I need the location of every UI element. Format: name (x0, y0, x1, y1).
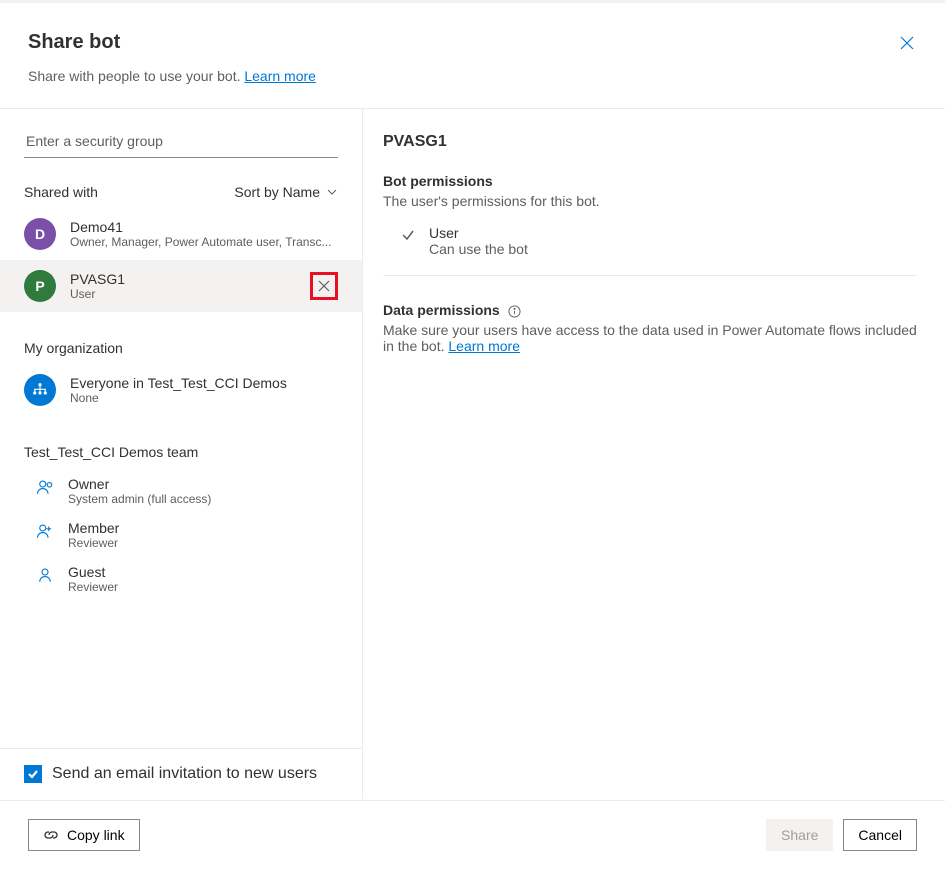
permission-name: User (429, 225, 528, 241)
org-item[interactable]: Everyone in Test_Test_CCI Demos None (0, 364, 362, 416)
dialog-title: Share bot (28, 31, 917, 54)
check-icon (401, 228, 415, 242)
team-section-label: Test_Test_CCI Demos team (0, 416, 362, 468)
role-name: Owner (68, 476, 211, 492)
remove-user-button[interactable] (310, 272, 338, 300)
shared-user-item-selected[interactable]: P PVASG1 User (0, 260, 362, 312)
member-icon (36, 522, 54, 540)
user-name: PVASG1 (70, 271, 296, 287)
left-panel: Shared with Sort by Name D Demo41 Owner,… (0, 109, 363, 799)
link-icon (43, 827, 59, 843)
bot-permissions-heading: Bot permissions (383, 173, 917, 189)
avatar: P (24, 270, 56, 302)
user-role: Owner, Manager, Power Automate user, Tra… (70, 235, 338, 249)
org-icon (24, 374, 56, 406)
data-learn-more-link[interactable]: Learn more (448, 338, 520, 354)
dialog-header: Share bot Share with people to use your … (0, 3, 945, 102)
team-role-item[interactable]: Member Reviewer (0, 512, 362, 556)
shared-with-label: Shared with (24, 184, 98, 200)
team-role-item[interactable]: Guest Reviewer (0, 556, 362, 600)
user-role: User (70, 287, 296, 301)
org-name: Everyone in Test_Test_CCI Demos (70, 375, 338, 391)
data-permissions-heading: Data permissions (383, 302, 917, 318)
selected-user-title: PVASG1 (383, 133, 917, 151)
copy-link-button[interactable]: Copy link (28, 819, 140, 851)
dialog-footer: Copy link Share Cancel (0, 800, 945, 869)
data-permissions-text: Make sure your users have access to the … (383, 322, 917, 354)
close-button[interactable] (897, 33, 917, 53)
team-role-item[interactable]: Owner System admin (full access) (0, 468, 362, 512)
org-role: None (70, 391, 338, 405)
share-bot-dialog: Share bot Share with people to use your … (0, 0, 945, 869)
role-desc: Reviewer (68, 580, 118, 594)
close-icon (899, 35, 915, 51)
shared-user-item[interactable]: D Demo41 Owner, Manager, Power Automate … (0, 208, 362, 260)
user-name: Demo41 (70, 219, 338, 235)
learn-more-link[interactable]: Learn more (244, 68, 316, 84)
info-icon[interactable] (508, 305, 521, 318)
cancel-button[interactable]: Cancel (843, 819, 917, 851)
guest-icon (36, 566, 54, 584)
role-name: Member (68, 520, 119, 536)
dialog-body: Shared with Sort by Name D Demo41 Owner,… (0, 108, 945, 799)
org-section-label: My organization (0, 312, 362, 364)
check-icon (27, 768, 39, 780)
role-desc: Reviewer (68, 536, 119, 550)
share-button: Share (766, 819, 833, 851)
close-icon (317, 279, 331, 293)
dialog-subtitle: Share with people to use your bot. Learn… (28, 68, 917, 84)
sort-dropdown[interactable]: Sort by Name (234, 184, 338, 200)
role-desc: System admin (full access) (68, 492, 211, 506)
security-group-search-input[interactable] (24, 127, 338, 158)
email-invitation-row: Send an email invitation to new users (0, 748, 362, 799)
email-invitation-checkbox[interactable] (24, 765, 42, 783)
chevron-down-icon (326, 186, 338, 198)
owner-icon (36, 478, 54, 496)
role-name: Guest (68, 564, 118, 580)
email-invitation-label: Send an email invitation to new users (52, 765, 317, 783)
shared-with-header: Shared with Sort by Name (0, 158, 362, 208)
permission-desc: Can use the bot (429, 241, 528, 257)
permission-row: User Can use the bot (383, 215, 917, 276)
avatar: D (24, 218, 56, 250)
right-panel: PVASG1 Bot permissions The user's permis… (363, 109, 945, 799)
bot-permissions-desc: The user's permissions for this bot. (383, 193, 917, 209)
